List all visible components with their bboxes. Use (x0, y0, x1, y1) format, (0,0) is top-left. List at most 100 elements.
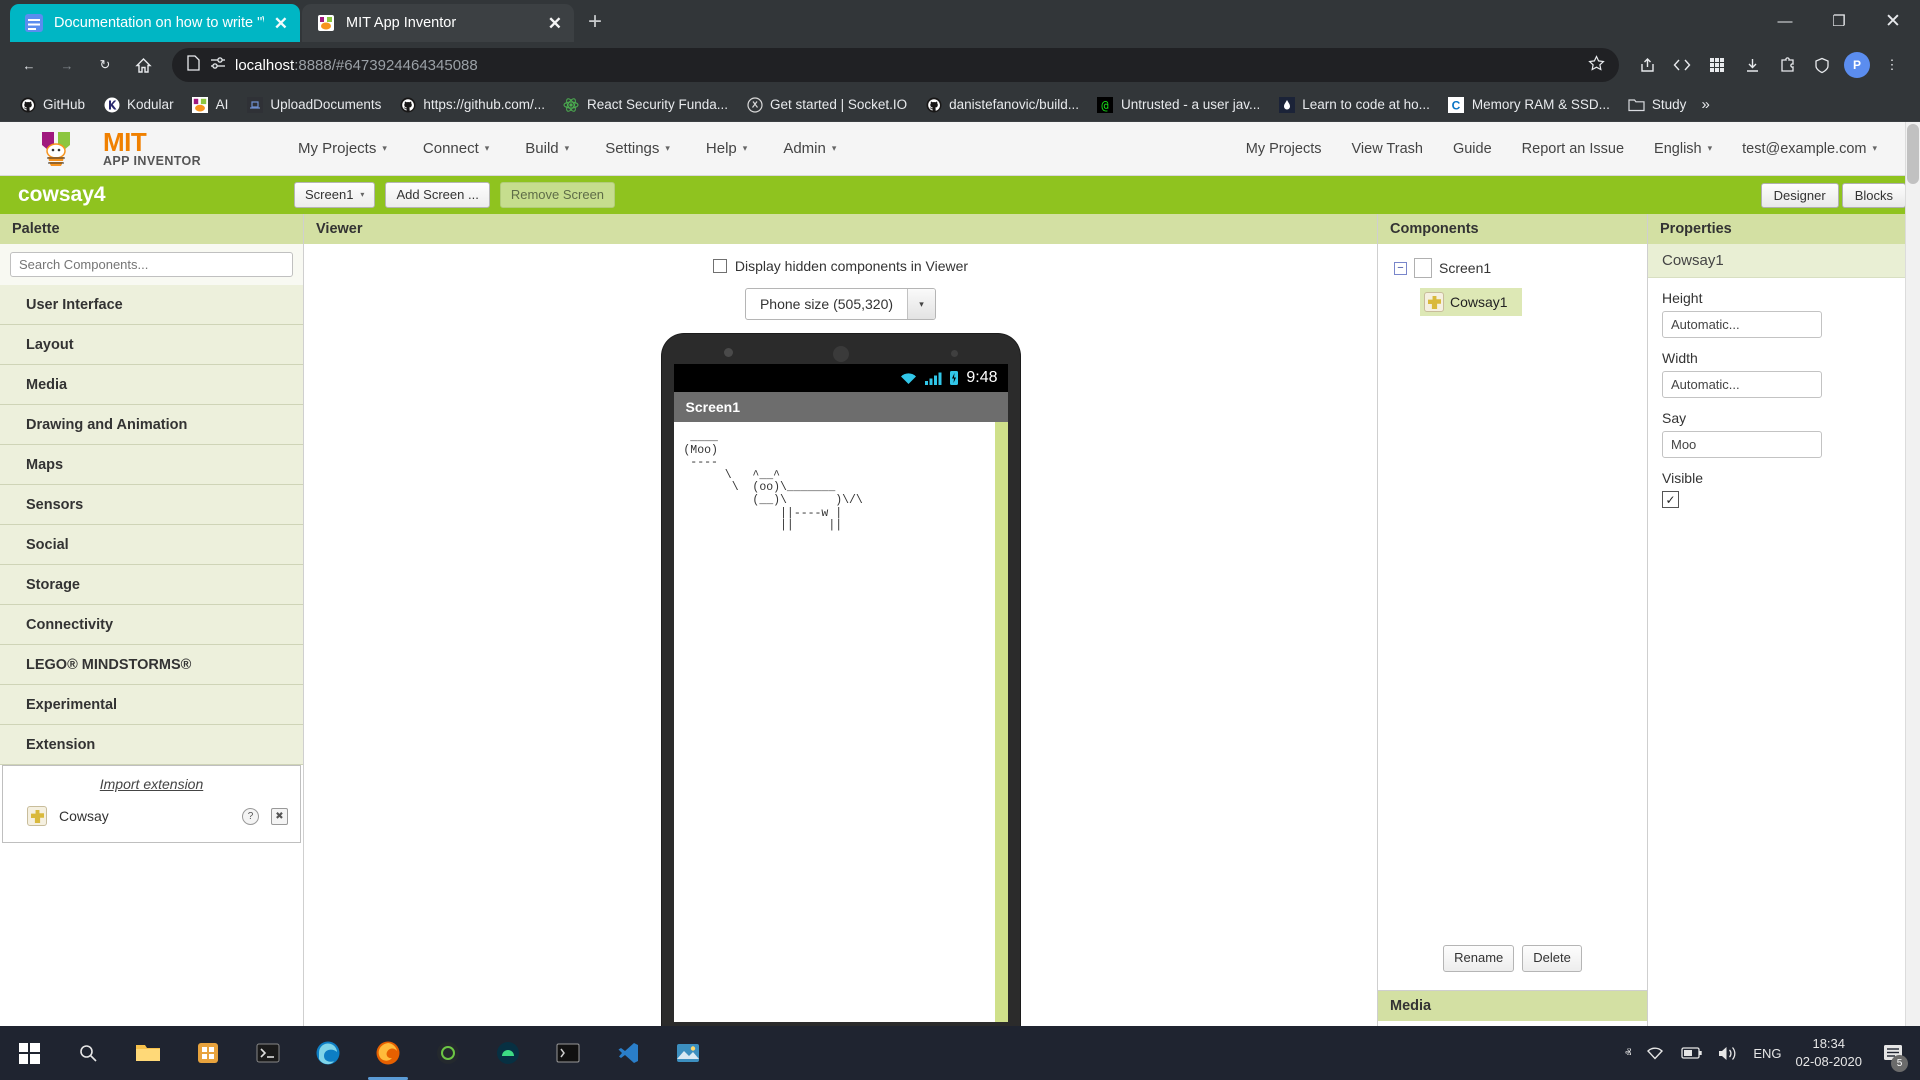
chevron-down-icon[interactable]: ▾ (907, 289, 936, 319)
bookmark-memory-ram[interactable]: C Memory RAM & SSD... (1439, 92, 1619, 117)
clock[interactable]: 18:34 02-08-2020 (1796, 1035, 1863, 1070)
app-logo[interactable]: MIT APP INVENTOR (0, 129, 280, 169)
taskbar-microsoft-store[interactable] (178, 1026, 238, 1080)
bookmark-uploaddocuments[interactable]: UploadDocuments (237, 92, 390, 117)
palette-category-layout[interactable]: Layout (0, 325, 303, 365)
palette-category-lego-mindstorms[interactable]: LEGO® MINDSTORMS® (0, 645, 303, 685)
collapse-icon[interactable]: − (1394, 261, 1407, 275)
bookmark-untrusted[interactable]: @ Untrusted - a user jav... (1088, 92, 1269, 117)
show-hidden-icons-icon[interactable]: ⱏ (1625, 1045, 1631, 1061)
import-extension-link[interactable]: Import extension (3, 776, 300, 792)
browser-tab-mit-app-inventor[interactable]: MIT App Inventor ✕ (302, 4, 574, 42)
search-input[interactable] (10, 252, 293, 277)
volume-icon[interactable] (1717, 1045, 1739, 1062)
reload-icon[interactable]: ↻ (88, 48, 122, 82)
palette-category-maps[interactable]: Maps (0, 445, 303, 485)
close-icon[interactable]: ✕ (274, 15, 288, 32)
taskbar-photos[interactable] (658, 1026, 718, 1080)
palette-category-drawing-and-animation[interactable]: Drawing and Animation (0, 405, 303, 445)
scrollbar-thumb[interactable] (1907, 124, 1919, 184)
browser-menu-icon[interactable]: ⋮ (1876, 49, 1908, 81)
remove-extension-icon[interactable]: ✖ (271, 807, 288, 825)
language-indicator[interactable]: ENG (1753, 1046, 1781, 1061)
browser-tab-documentation[interactable]: Documentation on how to write "\ ✕ (10, 4, 300, 42)
taskbar-visual-studio-code[interactable] (598, 1026, 658, 1080)
phone-size-selector[interactable]: Phone size (505,320) ▾ (744, 288, 937, 320)
tab-blocks[interactable]: Blocks (1841, 182, 1906, 208)
width-field[interactable]: Automatic... (1662, 371, 1822, 398)
bookmark-danistefanovic[interactable]: danistefanovic/build... (916, 92, 1088, 117)
home-icon[interactable] (126, 48, 160, 82)
height-field[interactable]: Automatic... (1662, 311, 1822, 338)
palette-category-social[interactable]: Social (0, 525, 303, 565)
display-hidden-components-checkbox[interactable] (712, 259, 727, 273)
bookmark-github[interactable]: GitHub (10, 92, 94, 117)
menu-connect[interactable]: Connect ▾ (405, 132, 507, 165)
tree-item-cowsay1[interactable]: Cowsay1 (1420, 288, 1522, 316)
link-my-projects[interactable]: My Projects (1231, 133, 1337, 165)
taskbar-microsoft-edge[interactable] (298, 1026, 358, 1080)
tab-designer[interactable]: Designer (1760, 182, 1839, 208)
address-bar[interactable]: localhost:8888/#6473924464345088 (172, 48, 1619, 82)
bookmark-study-folder[interactable]: Study (1619, 92, 1696, 117)
display-hidden-components-row[interactable]: Display hidden components in Viewer (712, 258, 968, 274)
menu-build[interactable]: Build ▾ (507, 132, 587, 165)
menu-settings[interactable]: Settings ▾ (587, 132, 688, 165)
wifi-icon[interactable] (1645, 1045, 1665, 1061)
visible-checkbox[interactable]: ✓ (1662, 491, 1679, 508)
bookmark-learn-to-code[interactable]: Learn to code at ho... (1269, 92, 1439, 117)
palette-category-sensors[interactable]: Sensors (0, 485, 303, 525)
palette-category-media[interactable]: Media (0, 365, 303, 405)
phone-screen-body[interactable]: ____ (Moo) ---- \ ^__^ \ (oo)\_______ (_… (673, 422, 1008, 1022)
forward-icon[interactable]: → (50, 48, 84, 82)
close-icon[interactable]: ✕ (548, 15, 562, 32)
palette-category-extension[interactable]: Extension (0, 725, 303, 765)
taskbar-github-desktop[interactable] (418, 1026, 478, 1080)
bookmark-ai[interactable]: AI (183, 92, 238, 117)
battery-icon[interactable] (1679, 1046, 1703, 1060)
bookmark-socketio[interactable]: Get started | Socket.IO (737, 92, 916, 117)
page-info-icon[interactable] (186, 55, 201, 75)
add-screen-button[interactable]: Add Screen ... (385, 181, 490, 209)
link-guide[interactable]: Guide (1438, 133, 1507, 165)
back-icon[interactable]: ← (12, 48, 46, 82)
minimize-button[interactable]: — (1758, 0, 1812, 42)
menu-help[interactable]: Help ▾ (688, 132, 765, 165)
site-settings-icon[interactable] (210, 56, 226, 74)
link-report-an-issue[interactable]: Report an Issue (1507, 133, 1639, 165)
puzzle-icon[interactable] (1771, 49, 1803, 81)
new-tab-button[interactable]: + (588, 8, 602, 36)
rename-button[interactable]: Rename (1443, 945, 1515, 973)
code-icon[interactable] (1666, 49, 1698, 81)
palette-category-storage[interactable]: Storage (0, 565, 303, 605)
taskbar-firefox[interactable] (358, 1026, 418, 1080)
screen-scrollbar[interactable] (994, 422, 1008, 1022)
taskbar-console[interactable] (538, 1026, 598, 1080)
link-view-trash[interactable]: View Trash (1337, 133, 1438, 165)
download-icon[interactable] (1736, 49, 1768, 81)
say-field[interactable]: Moo (1662, 431, 1822, 458)
share-icon[interactable] (1631, 49, 1663, 81)
help-icon[interactable]: ? (242, 807, 259, 825)
menu-my-projects[interactable]: My Projects ▾ (280, 132, 405, 165)
notification-center-button[interactable]: 5 (1876, 1026, 1910, 1080)
bookmark-star-icon[interactable] (1588, 54, 1605, 76)
menu-admin[interactable]: Admin ▾ (765, 132, 854, 165)
extension-item-cowsay[interactable]: Cowsay ? ✖ (3, 806, 300, 826)
maximize-button[interactable]: ❐ (1812, 0, 1866, 42)
palette-category-user-interface[interactable]: User Interface (0, 285, 303, 325)
language-selector[interactable]: English ▾ (1639, 133, 1727, 165)
taskbar-android-studio[interactable] (478, 1026, 538, 1080)
profile-avatar[interactable]: P (1841, 49, 1873, 81)
taskbar-terminal[interactable] (238, 1026, 298, 1080)
taskbar-file-explorer[interactable] (118, 1026, 178, 1080)
bookmark-github-url[interactable]: https://github.com/... (390, 92, 554, 117)
screen-selector[interactable]: Screen1 ▾ (294, 181, 376, 209)
taskbar-search[interactable] (58, 1026, 118, 1080)
delete-button[interactable]: Delete (1522, 945, 1582, 973)
palette-category-experimental[interactable]: Experimental (0, 685, 303, 725)
bookmarks-overflow-icon[interactable]: » (1695, 96, 1715, 113)
shield-icon[interactable] (1806, 49, 1838, 81)
bookmark-kodular[interactable]: Kodular (94, 92, 183, 117)
account-selector[interactable]: test@example.com ▾ (1727, 133, 1892, 165)
